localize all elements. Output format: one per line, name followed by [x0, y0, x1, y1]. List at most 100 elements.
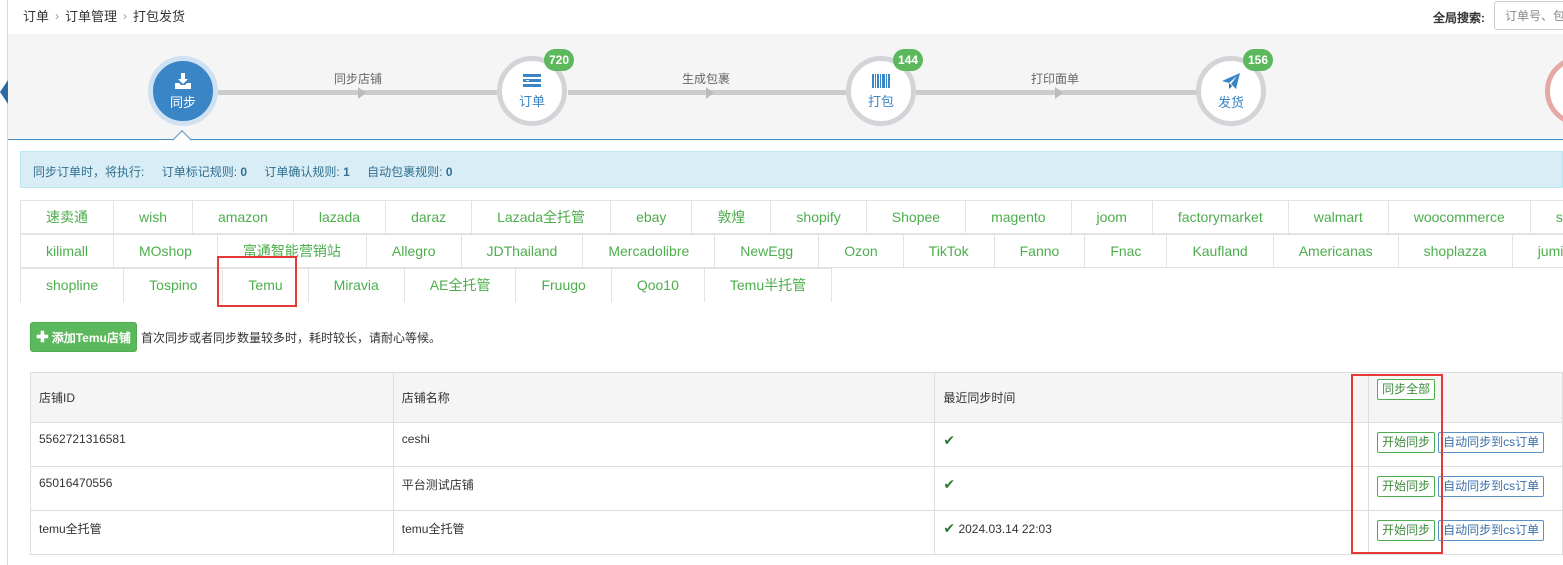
platform-tab[interactable]: Lazada全托管: [471, 200, 612, 234]
platform-tab[interactable]: amazon: [192, 200, 294, 234]
auto-sync-cs-button[interactable]: 自动同步到cs订单: [1438, 476, 1545, 497]
platform-tab[interactable]: Americanas: [1272, 234, 1399, 268]
platform-tab[interactable]: walmart: [1287, 200, 1389, 234]
check-icon: ✔: [943, 520, 956, 536]
table-header-row: 店铺ID 店铺名称 最近同步时间 同步全部: [30, 372, 1563, 423]
platform-tab[interactable]: AE全托管: [403, 268, 517, 302]
store-id-cell: temu全托管: [30, 510, 394, 555]
workflow-step-label: 订单: [518, 93, 545, 109]
store-name-cell: ceshi: [392, 422, 936, 467]
platform-tab[interactable]: 敦煌: [691, 200, 772, 234]
platform-tab[interactable]: Fruugo: [515, 268, 612, 302]
store-table: 店铺ID 店铺名称 最近同步时间 同步全部 5562721316581 cesh…: [30, 372, 1563, 555]
plus-icon: ✚: [36, 329, 49, 346]
platform-tab[interactable]: Ozon: [818, 234, 904, 268]
column-header-store-id: 店铺ID: [30, 372, 394, 423]
platform-tab[interactable]: Qoo10: [610, 268, 705, 302]
platform-tab[interactable]: MOshop: [113, 234, 218, 268]
last-sync-cell: ✔: [934, 422, 1370, 467]
last-sync-time: 2024.03.14 22:03: [958, 522, 1052, 536]
platform-tab[interactable]: woocommerce: [1387, 200, 1531, 234]
last-sync-cell: ✔ 2024.03.14 22:03: [934, 510, 1370, 555]
platform-tab[interactable]: jumia: [1511, 234, 1563, 268]
collapse-sidebar-icon[interactable]: [0, 80, 8, 104]
column-header-store-name: 店铺名称: [392, 372, 936, 423]
platform-tab[interactable]: shopline: [20, 268, 125, 302]
paper-plane-icon: [1222, 72, 1240, 89]
platform-tab[interactable]: ebay: [610, 200, 693, 234]
auto-sync-cs-button[interactable]: 自动同步到cs订单: [1438, 520, 1545, 541]
platform-tab[interactable]: TikTok: [902, 234, 995, 268]
store-id-cell: 5562721316581: [30, 422, 394, 467]
breadcrumb: 订单 › 订单管理 › 打包发货: [23, 6, 185, 25]
check-icon: ✔: [943, 476, 956, 492]
breadcrumb-orders[interactable]: 订单: [23, 6, 49, 25]
store-id-cell: 65016470556: [30, 466, 394, 511]
platform-tab[interactable]: Temu半托管: [703, 268, 833, 302]
workflow-step-orders[interactable]: 订单 720: [497, 49, 574, 126]
platform-tab[interactable]: shopify: [770, 200, 867, 234]
platform-tab[interactable]: Tospino: [123, 268, 224, 302]
add-temu-store-label: 添加Temu店铺: [51, 330, 131, 345]
workflow-caption-sync-store: 同步店铺: [334, 72, 383, 86]
breadcrumb-order-management[interactable]: 订单管理: [65, 6, 117, 25]
last-sync-cell: ✔: [934, 466, 1370, 511]
order-confirm-rule-label: 订单确认规则:: [264, 165, 340, 179]
sync-hint-text: 首次同步或者同步数量较多时，耗时较长，请耐心等候。: [141, 331, 442, 345]
pack-count-badge: 144: [892, 49, 923, 71]
workflow-arrow-icon: [358, 87, 366, 99]
breadcrumb-separator-icon: ›: [123, 8, 128, 23]
sync-rules-prefix: 同步订单时，将执行:: [33, 165, 145, 179]
temu-tab-highlight: [217, 256, 297, 307]
workflow-step-sync[interactable]: 同步: [148, 56, 218, 126]
platform-tab[interactable]: 速卖通: [20, 200, 114, 234]
platform-tab[interactable]: NewEgg: [714, 234, 820, 268]
store-name-cell: temu全托管: [392, 510, 936, 555]
workflow-step-ship[interactable]: 发货 156: [1196, 49, 1273, 126]
workflow-arrow-icon: [1055, 87, 1063, 99]
platform-tab[interactable]: factorymarket: [1151, 200, 1289, 234]
auto-package-rule-value[interactable]: 0: [446, 165, 453, 179]
page: 订单 › 订单管理 › 打包发货 全局搜索: 同步店铺 生成包裹 打印面单 同步: [0, 0, 1563, 565]
workflow-step-next[interactable]: [1545, 56, 1563, 126]
platform-tab[interactable]: Allegro: [365, 234, 462, 268]
platform-tab-row: 速卖通 wish amazon lazada daraz Lazada全托管 e…: [20, 200, 1563, 234]
table-row: 5562721316581 ceshi ✔ 开始同步 自动同步到cs订单: [30, 422, 1563, 467]
platform-tab[interactable]: wish: [113, 200, 194, 234]
store-name-cell: 平台测试店铺: [392, 466, 936, 511]
global-search-label: 全局搜索:: [1433, 11, 1485, 25]
platform-tab[interactable]: Shopee: [865, 200, 967, 234]
platform-tab[interactable]: Fanno: [993, 234, 1086, 268]
sync-buttons-highlight: [1351, 374, 1443, 554]
platform-tab[interactable]: kilimall: [20, 234, 114, 268]
workflow-arrow-icon: [706, 87, 714, 99]
order-confirm-rule-value[interactable]: 1: [343, 165, 350, 179]
breadcrumb-pack-ship: 打包发货: [133, 9, 186, 24]
platform-tab[interactable]: shoplazza: [1397, 234, 1513, 268]
platform-tab[interactable]: Miravia: [307, 268, 405, 302]
check-icon: ✔: [943, 432, 956, 448]
platform-tab[interactable]: daraz: [385, 200, 473, 234]
sync-rules-info: 同步订单时，将执行: 订单标记规则: 0 订单确认规则: 1 自动包裹规则: 0: [20, 151, 1563, 188]
platform-tab[interactable]: Mercadolibre: [582, 234, 716, 268]
list-icon: [523, 73, 541, 87]
add-temu-store-button[interactable]: ✚ 添加Temu店铺: [30, 322, 137, 352]
platform-tab[interactable]: Kaufland: [1166, 234, 1274, 268]
platform-tab[interactable]: joom: [1070, 200, 1153, 234]
platform-tab[interactable]: shopy: [1529, 200, 1563, 234]
workflow-caption-create-package: 生成包裹: [682, 72, 731, 86]
platform-tab[interactable]: JDThailand: [460, 234, 584, 268]
workflow-step-label: 同步: [169, 94, 196, 110]
auto-sync-cs-button[interactable]: 自动同步到cs订单: [1438, 432, 1545, 453]
platform-tab[interactable]: Fnac: [1084, 234, 1168, 268]
top-bar: 订单 › 订单管理 › 打包发货 全局搜索:: [0, 0, 1563, 34]
workflow-bar: 同步店铺 生成包裹 打印面单 同步 订单 720 打包 144 发货 156: [8, 34, 1563, 150]
order-mark-rule-value[interactable]: 0: [240, 165, 247, 179]
workflow-step-pack[interactable]: 打包 144: [846, 49, 923, 126]
orders-count-badge: 720: [543, 49, 574, 71]
platform-tab[interactable]: magento: [965, 200, 1072, 234]
platform-tab[interactable]: lazada: [292, 200, 387, 234]
global-search-input[interactable]: [1494, 1, 1563, 30]
active-step-pointer: [172, 130, 192, 150]
barcode-icon: [872, 73, 890, 88]
